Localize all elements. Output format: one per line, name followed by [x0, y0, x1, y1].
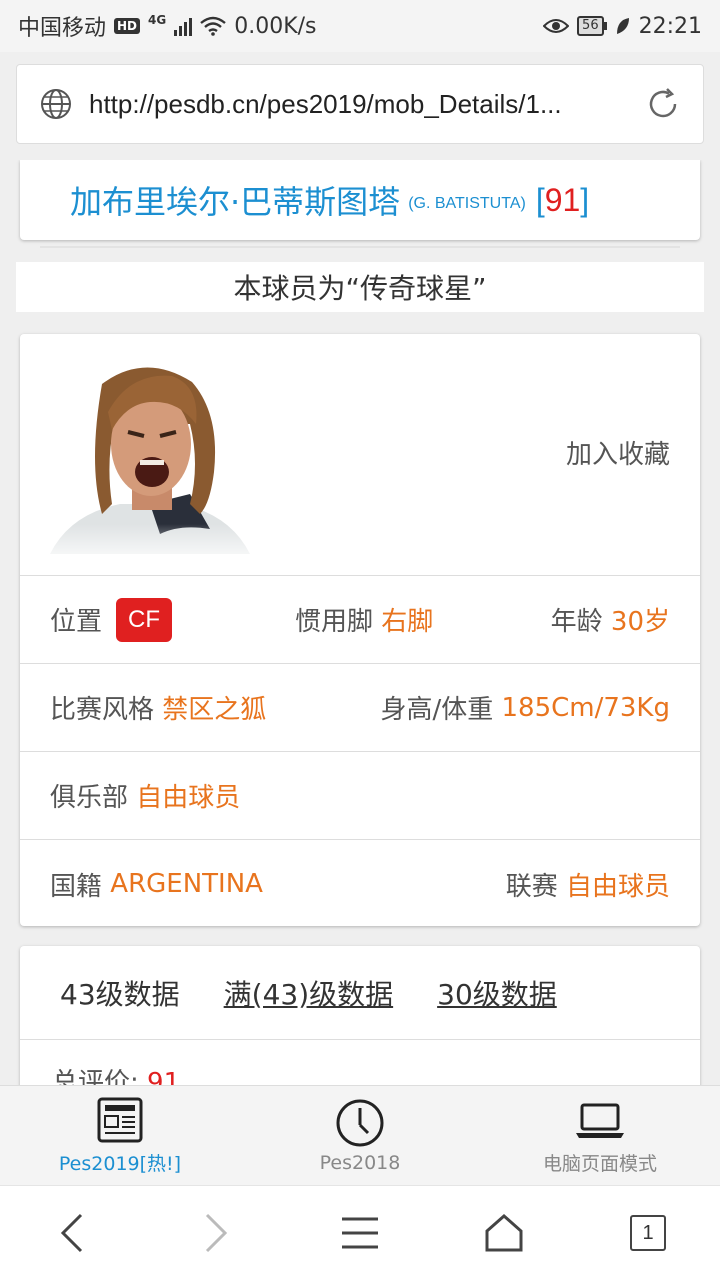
photo-row: 加入收藏	[20, 334, 700, 576]
page-content: 加布里埃尔·巴蒂斯图塔 (G. BATISTUTA) [91] 本球员为“传奇球…	[0, 160, 720, 1085]
home-button[interactable]	[432, 1213, 576, 1253]
style-label: 比赛风格	[50, 695, 155, 725]
position-badge: CF	[116, 597, 173, 642]
league-value: 自由球员	[565, 871, 670, 902]
menu-button[interactable]	[288, 1216, 432, 1250]
stats-card: 43级数据 满(43)级数据 30级数据 总评价: 91	[20, 946, 700, 1085]
nav-label: Pes2018	[319, 1151, 401, 1174]
player-info-card: 加入收藏 位置 CF 惯用脚 右脚 年龄 30岁 比赛风格 禁区之狐 身高/体重…	[20, 334, 700, 926]
club-label: 俱乐部	[50, 783, 129, 813]
age-label: 年龄	[550, 607, 603, 637]
url-text[interactable]: http://pesdb.cn/pes2019/mob_Details/1...	[89, 89, 625, 120]
tabs-button[interactable]: 1	[576, 1215, 720, 1251]
position-label: 位置	[50, 607, 103, 637]
home-icon	[485, 1213, 523, 1252]
tab-level-30[interactable]: 30级数据	[437, 973, 557, 1013]
player-name-cn: 加布里埃尔·巴蒂斯图塔	[70, 183, 401, 221]
chevron-right-icon	[205, 1213, 228, 1253]
globe-icon	[41, 89, 71, 119]
network-type: 4G	[148, 13, 167, 27]
signal-icon	[174, 16, 193, 36]
club-row: 俱乐部 自由球员	[20, 752, 700, 840]
menu-icon	[342, 1217, 378, 1249]
foot-value: 右脚	[381, 607, 434, 637]
nav-pes2019[interactable]: Pes2019[热!]	[0, 1086, 240, 1185]
wifi-icon	[200, 16, 227, 36]
player-name-en: (G. BATISTUTA)	[408, 195, 526, 212]
divider	[40, 246, 680, 248]
leaf-icon	[616, 18, 629, 34]
league-label: 联赛	[505, 871, 558, 902]
age-value: 30岁	[610, 607, 670, 637]
stats-tabs: 43级数据 满(43)级数据 30级数据	[20, 946, 700, 1040]
carrier-label: 中国移动	[18, 16, 107, 41]
nav-desktop-mode[interactable]: 电脑页面模式	[480, 1086, 720, 1185]
club-value: 自由球员	[136, 783, 241, 813]
clock-time: 22:21	[638, 13, 702, 39]
network-speed: 0.00K/s	[234, 13, 317, 39]
address-bar[interactable]: http://pesdb.cn/pes2019/mob_Details/1...	[16, 64, 704, 144]
tab-max-level-43[interactable]: 满(43)级数据	[224, 973, 393, 1013]
forward-button[interactable]	[144, 1211, 288, 1255]
nav-label: Pes2019[热!]	[58, 1153, 182, 1175]
nationality-row: 国籍 ARGENTINA 联赛 自由球员	[20, 840, 700, 928]
eye-icon	[543, 19, 570, 33]
battery-level: 56	[577, 16, 604, 36]
status-bar: 中国移动 HD 4G 0.00K/s 56 22:21	[0, 0, 720, 52]
legend-banner: 本球员为“传奇球星”	[16, 262, 704, 312]
style-value: 禁区之狐	[162, 695, 267, 725]
battery-icon: 56	[577, 16, 607, 36]
browser-toolbar: 1	[0, 1185, 720, 1280]
foot-label: 惯用脚	[295, 607, 374, 637]
newspaper-icon	[97, 1097, 143, 1143]
overall-rating: 总评价: 91	[20, 1040, 700, 1085]
player-photo	[50, 367, 250, 554]
nationality-label: 国籍	[50, 871, 103, 902]
height-weight-value: 185Cm/73Kg	[501, 692, 670, 723]
position-row: 位置 CF 惯用脚 右脚 年龄 30岁	[20, 576, 700, 664]
nav-label: 电脑页面模式	[542, 1153, 657, 1175]
height-weight-label: 身高/体重	[380, 695, 494, 725]
clock-icon	[336, 1099, 384, 1146]
style-row: 比赛风格 禁区之狐 身高/体重 185Cm/73Kg	[20, 664, 700, 752]
nav-pes2018[interactable]: Pes2018	[240, 1086, 480, 1185]
nationality-value: ARGENTINA	[110, 869, 263, 899]
rating-value: 91	[544, 181, 581, 218]
laptop-icon	[576, 1103, 624, 1138]
tab-level-43[interactable]: 43级数据	[60, 973, 180, 1013]
overall-value: 91	[147, 1068, 181, 1085]
back-button[interactable]	[0, 1211, 144, 1255]
tab-count: 1	[630, 1215, 666, 1251]
reload-icon[interactable]	[643, 84, 683, 124]
bottom-nav: Pes2019[热!] Pes2018 电脑页面模式	[0, 1085, 720, 1185]
chevron-left-icon	[60, 1213, 83, 1253]
player-title-card: 加布里埃尔·巴蒂斯图塔 (G. BATISTUTA) [91]	[20, 160, 700, 240]
hd-icon: HD	[114, 18, 141, 34]
overall-label: 总评价:	[52, 1068, 148, 1085]
player-rating: [91]	[535, 181, 590, 218]
add-favorite-button[interactable]: 加入收藏	[566, 434, 670, 471]
